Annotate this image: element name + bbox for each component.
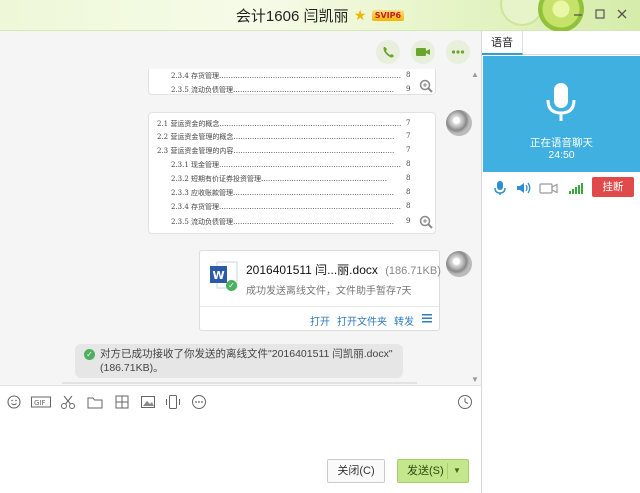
shake-icon[interactable] xyxy=(165,394,181,410)
toc-page: 9 xyxy=(406,217,411,225)
gif-icon[interactable]: GIF xyxy=(31,394,51,410)
scissors-icon[interactable] xyxy=(60,394,76,410)
avatar[interactable] xyxy=(446,251,472,277)
picture-icon[interactable] xyxy=(140,394,156,410)
microphone-icon xyxy=(546,83,576,121)
microphone-icon[interactable] xyxy=(492,180,508,196)
svip-badge: SVIP6 xyxy=(371,10,405,21)
toc-page: 7 xyxy=(406,146,411,154)
success-check-icon: ✓ xyxy=(84,349,95,360)
toc-line: 2.3 营运资金管理的内容…………………………………………………………… xyxy=(157,147,395,155)
toc-page: 8 xyxy=(406,160,411,168)
send-button[interactable]: 发送(S) ▼ xyxy=(397,459,469,483)
voice-panel: 语音 正在语音聊天 24:50 挂断 xyxy=(481,31,640,493)
close-window-button[interactable] xyxy=(615,7,629,21)
toc-line: 2.3.4 存货管理…………………………………………………………………… xyxy=(171,203,402,211)
toc-line: 2.3.4 存货管理…………………………………………………………………… xyxy=(171,72,402,80)
toc-page: 8 xyxy=(406,71,411,79)
scroll-down-arrow[interactable]: ▼ xyxy=(471,376,480,384)
file-message-card[interactable]: W ✓ 2016401511 闫...丽.docx (186.71KB) 成功发… xyxy=(199,250,441,331)
maximize-icon xyxy=(595,9,605,19)
close-button[interactable]: 关闭(C) xyxy=(327,459,385,483)
zoom-in-icon[interactable] xyxy=(419,79,433,93)
file-size: (186.71KB) xyxy=(385,265,441,277)
toc-line: 2.3.1 现金管理…………………………………………………………………… xyxy=(171,161,402,169)
star-icon: ★ xyxy=(353,7,367,23)
send-label: 发送(S) xyxy=(407,465,444,477)
system-notice: ✓ 对方已成功接收了你发送的离线文件"2016401511 闫凯丽.docx"(… xyxy=(75,344,403,378)
toc-page: 7 xyxy=(406,132,411,140)
close-icon xyxy=(617,9,627,19)
emoji-icon[interactable] xyxy=(6,394,22,410)
tab-voice[interactable]: 语音 xyxy=(482,31,523,55)
video-call-button[interactable] xyxy=(411,40,435,64)
chevron-down-icon[interactable]: ▼ xyxy=(453,460,461,482)
video-camera-icon[interactable] xyxy=(539,180,559,196)
toc-line: 2.3.5 流动负债管理…………………………………………………………… xyxy=(171,86,395,94)
toc-line: 2.2 营运资金管理的概念…………………………………………………………… xyxy=(157,133,395,141)
svg-text:GIF: GIF xyxy=(34,399,46,407)
menu-icon[interactable] xyxy=(422,313,432,323)
open-folder-link[interactable]: 打开文件夹 xyxy=(337,313,387,328)
zoom-in-icon[interactable] xyxy=(419,215,433,229)
toc-page: 8 xyxy=(406,174,411,182)
voice-status-box: 正在语音聊天 24:50 xyxy=(483,56,640,172)
svg-text:W: W xyxy=(213,269,225,282)
document-screenshot-message[interactable]: 2.1 营运资金的概念…………………………………………………………………… 7 … xyxy=(148,112,436,234)
success-check-icon: ✓ xyxy=(226,277,237,291)
chat-message-area[interactable]: 2.3.4 存货管理…………………………………………………………………… 8 2… xyxy=(0,69,481,385)
more-options-button[interactable] xyxy=(446,40,470,64)
video-camera-icon xyxy=(416,48,430,56)
toc-page: 9 xyxy=(406,85,411,93)
toc-line: 2.3.5 流动负债管理…………………………………………………………… xyxy=(171,218,395,226)
input-toolbar: GIF xyxy=(0,385,481,417)
window-title: 会计1606 闫凯丽 xyxy=(235,8,349,25)
signal-strength-icon xyxy=(569,183,583,194)
toc-line: 2.3.2 短期有价证券投资管理……………………………………………… xyxy=(171,175,388,183)
maximize-button[interactable] xyxy=(593,7,607,21)
chat-header xyxy=(0,31,481,69)
toc-page: 8 xyxy=(406,202,411,210)
toc-page: 7 xyxy=(406,119,411,127)
speaker-icon[interactable] xyxy=(515,180,531,196)
more-options-icon xyxy=(451,50,465,54)
minimize-icon xyxy=(574,14,582,16)
open-file-link[interactable]: 打开 xyxy=(310,313,330,328)
file-name: 2016401511 闫...丽.docx xyxy=(246,263,378,277)
image-gallery-icon[interactable] xyxy=(114,394,130,410)
notice-text: 对方已成功接收了你发送的离线文件"2016401511 闫凯丽.docx"(18… xyxy=(100,348,393,374)
minimize-button[interactable] xyxy=(571,7,585,21)
more-icon[interactable] xyxy=(191,394,207,410)
call-timer: 24:50 xyxy=(548,149,575,161)
avatar[interactable] xyxy=(446,110,472,136)
toc-line: 2.1 营运资金的概念…………………………………………………………………… xyxy=(157,120,402,128)
document-screenshot-message[interactable]: 2.3.4 存货管理…………………………………………………………………… 8 2… xyxy=(148,69,436,95)
toc-line: 2.3.3 应收账款管理…………………………………………………………… xyxy=(171,189,395,197)
forward-link[interactable]: 转发 xyxy=(394,313,414,328)
hangup-button[interactable]: 挂断 xyxy=(592,177,634,197)
phone-icon xyxy=(383,47,394,58)
scroll-up-arrow[interactable]: ▲ xyxy=(471,71,480,79)
next-message-edge xyxy=(62,382,417,384)
voice-call-button[interactable] xyxy=(376,40,400,64)
voice-status-text: 正在语音聊天 xyxy=(530,137,593,149)
title-bar: 会计1606 闫凯丽 ★ SVIP6 xyxy=(0,0,640,31)
file-status: 成功发送离线文件，文件助手暂存7天 xyxy=(246,286,412,297)
folder-icon[interactable] xyxy=(87,394,103,410)
toc-page: 8 xyxy=(406,188,411,196)
history-icon[interactable] xyxy=(457,394,473,410)
